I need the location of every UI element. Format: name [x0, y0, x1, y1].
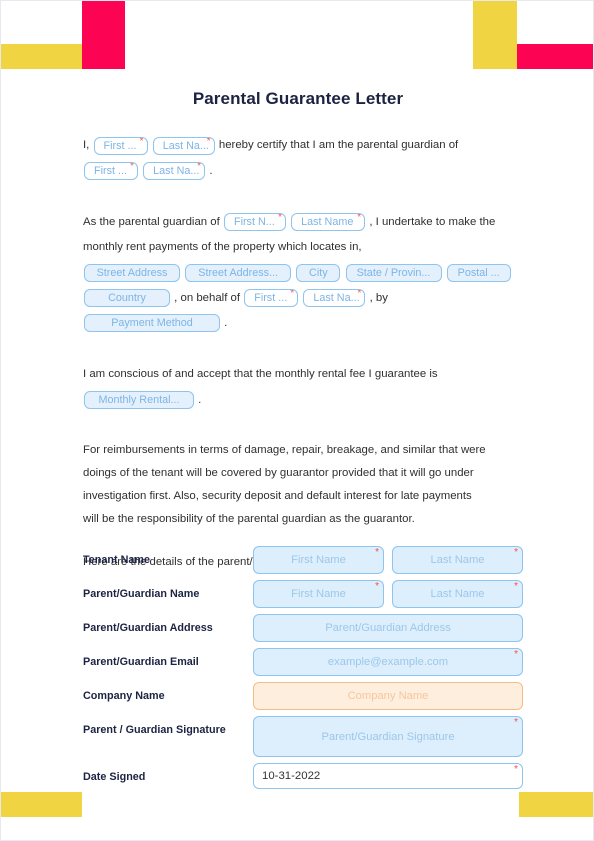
row-label-date-signed: Date Signed [83, 771, 146, 783]
paragraph4-line-1: For reimbursements in terms of damage, r… [83, 443, 486, 456]
paragraph1-lead: I, [83, 139, 90, 151]
paragraph1-end: . [209, 164, 213, 177]
paragraph1-mid: hereby certify that I am the parental gu… [218, 139, 459, 151]
row-label-tenant-name: Tenant Name [83, 554, 150, 566]
paragraph2-text-1: As the parental guardian of [83, 215, 220, 228]
chip-postal-code[interactable]: Postal ... [446, 263, 511, 282]
date-signed-input[interactable]: 10-31-2022 [253, 763, 523, 789]
row-label-company-name: Company Name [83, 690, 165, 702]
chip-country[interactable]: Country [84, 289, 170, 308]
paragraph-certify: I, First ... Last Na... hereby certify t… [83, 133, 523, 184]
table-row: Parent/Guardian Name First Name Last Nam… [83, 580, 523, 608]
paragraph2-text-4: , on behalf of [174, 291, 241, 304]
row-fields: First Name Last Name [253, 546, 523, 574]
decoration-top-left-yellow [1, 44, 82, 69]
chip-payment-method[interactable]: Payment Method [84, 314, 220, 333]
row-fields: Parent/Guardian Signature [253, 716, 523, 757]
chip-guardian-first-name[interactable]: First ... [84, 161, 138, 180]
decoration-top-right-yellow [473, 1, 517, 69]
decoration-top-left-pink [82, 1, 125, 69]
paragraph-undertaking: As the parental guardian of First N... L… [83, 210, 523, 337]
paragraph4-line-3: investigation first. Also, security depo… [83, 489, 472, 502]
table-row: Date Signed 10-31-2022 [83, 763, 523, 789]
paragraph3-text-1: I am conscious of and accept that the mo… [83, 368, 438, 381]
company-name-input[interactable]: Company Name [253, 682, 523, 710]
row-label-guardian-signature: Parent / Guardian Signature [83, 724, 226, 736]
guardian-signature-input[interactable]: Parent/Guardian Signature [253, 716, 523, 757]
row-fields: Company Name [253, 682, 523, 710]
decoration-bottom-right-yellow [519, 792, 593, 817]
tenant-first-name-input[interactable]: First Name [253, 546, 384, 574]
chip-city[interactable]: City [296, 263, 341, 282]
paragraph3-end: . [198, 393, 202, 406]
row-label-guardian-email: Parent/Guardian Email [83, 656, 199, 668]
row-fields: First Name Last Name [253, 580, 523, 608]
paragraph-rental-fee: I am conscious of and accept that the mo… [83, 362, 523, 413]
paragraph4-line-4: will be the responsibility of the parent… [83, 512, 415, 525]
chip-tenant-first-name[interactable]: First ... [93, 136, 148, 155]
table-row: Tenant Name First Name Last Name [83, 546, 523, 574]
chip-tenant-last-name[interactable]: Last Na... [152, 136, 215, 155]
decoration-bottom-left-yellow [1, 792, 82, 817]
table-row: Parent/Guardian Email example@example.co… [83, 648, 523, 676]
row-fields: Parent/Guardian Address [253, 614, 523, 642]
decoration-top-right-pink [517, 44, 593, 69]
paragraph2-text-5: , by [369, 291, 388, 304]
table-row: Parent/Guardian Address Parent/Guardian … [83, 614, 523, 642]
chip-street-address[interactable]: Street Address [84, 263, 180, 282]
paragraph2-text-2: , I undertake to make the [369, 215, 496, 228]
paragraph4-line-2: doings of the tenant will be covered by … [83, 466, 474, 479]
chip-p2-first-name[interactable]: First N... [223, 213, 286, 232]
chip-state-province[interactable]: State / Provin... [345, 263, 442, 282]
guarantor-details-table: Tenant Name First Name Last Name Parent/… [83, 546, 523, 795]
row-fields: 10-31-2022 [253, 763, 523, 789]
table-row: Parent / Guardian Signature Parent/Guard… [83, 716, 523, 757]
chip-p2-behalf-last-name[interactable]: Last Na... [303, 289, 366, 308]
chip-p2-behalf-first-name[interactable]: First ... [244, 289, 299, 308]
page-title: Parental Guarantee Letter [192, 89, 404, 108]
paragraph-reimbursements: For reimbursements in terms of damage, r… [83, 439, 523, 531]
paragraph2-text-3: monthly rent payments of the property wh… [83, 241, 362, 254]
table-row: Company Name Company Name [83, 682, 523, 710]
row-fields: example@example.com [253, 648, 523, 676]
row-label-guardian-address: Parent/Guardian Address [83, 622, 213, 634]
chip-street-address-2[interactable]: Street Address... [185, 263, 292, 282]
paragraph2-end: . [224, 317, 228, 330]
guardian-first-name-input[interactable]: First Name [253, 580, 384, 608]
chip-p2-last-name[interactable]: Last Name [291, 213, 366, 232]
chip-guardian-last-name[interactable]: Last Na... [143, 161, 206, 180]
guardian-last-name-input[interactable]: Last Name [392, 580, 523, 608]
tenant-last-name-input[interactable]: Last Name [392, 546, 523, 574]
guardian-address-input[interactable]: Parent/Guardian Address [253, 614, 523, 642]
document-body: I, First ... Last Na... hereby certify t… [83, 133, 523, 574]
guardian-email-input[interactable]: example@example.com [253, 648, 523, 676]
row-label-guardian-name: Parent/Guardian Name [83, 588, 200, 600]
chip-monthly-rental[interactable]: Monthly Rental... [84, 390, 194, 409]
document-page: Parental Guarantee Letter I, First ... L… [0, 0, 594, 841]
